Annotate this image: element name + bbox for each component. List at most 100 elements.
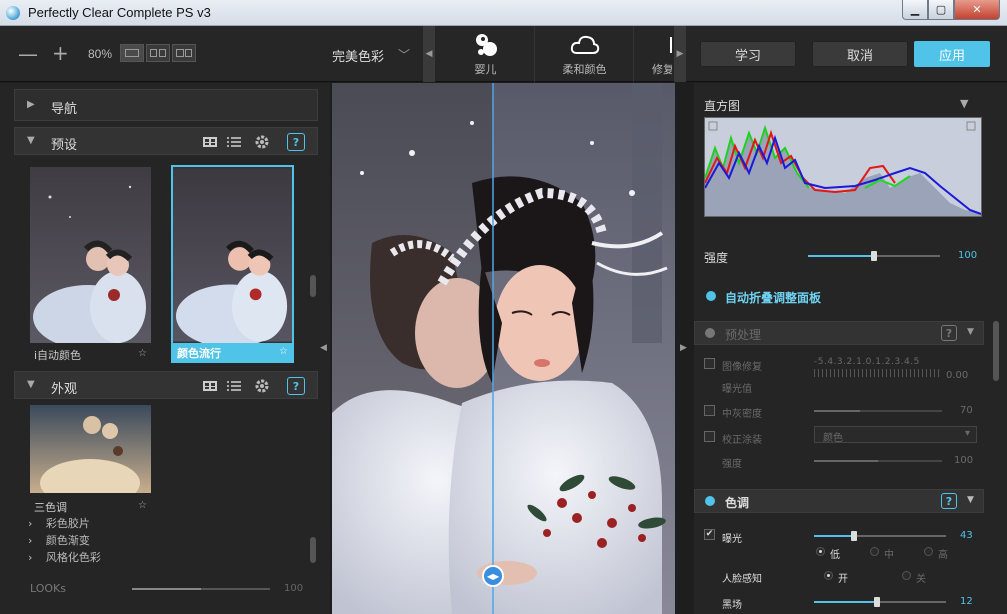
preset-thumbnail-color-pop[interactable]: 颜色流行 ☆ — [171, 165, 294, 363]
maximize-button[interactable]: ▢ — [928, 0, 954, 20]
slider-knob[interactable] — [874, 597, 881, 607]
look-photo — [30, 405, 151, 493]
help-icon[interactable]: ? — [941, 325, 957, 341]
right-panel-scrollbar[interactable] — [993, 321, 999, 381]
apply-button[interactable]: 应用 — [914, 41, 990, 67]
neutral-density-label: 中灰密度 — [722, 409, 762, 420]
level-medium-radio[interactable] — [870, 547, 879, 556]
category-soft-color[interactable]: 柔和颜色 — [536, 26, 634, 82]
panel-toggle-icon[interactable] — [705, 496, 715, 506]
help-icon[interactable]: ? — [287, 377, 305, 395]
chevron-down-icon: ▼ — [27, 135, 35, 146]
split-view-button[interactable] — [172, 44, 196, 62]
presets-section-header[interactable]: ▼ 预设 ? — [14, 127, 318, 155]
close-button[interactable]: ✕ — [954, 0, 1000, 20]
app-logo-icon — [6, 6, 20, 20]
exposure-value-ruler[interactable] — [814, 369, 942, 377]
category-baby[interactable]: 婴儿 — [437, 26, 535, 82]
help-icon[interactable]: ? — [941, 493, 957, 509]
learn-button[interactable]: 学习 — [700, 41, 796, 67]
image-preview[interactable]: ◀▶ — [332, 83, 675, 614]
preset-dropdown[interactable]: 完美色彩 — [332, 46, 384, 65]
lens-correction-select[interactable]: 颜色 ▾ — [814, 426, 977, 444]
chevron-down-icon[interactable]: ▼ — [960, 97, 968, 110]
looks-strength-label: LOOKs — [30, 582, 66, 595]
zoom-in-button[interactable]: + — [52, 41, 69, 65]
favorite-star-icon[interactable]: ☆ — [279, 346, 288, 357]
chevron-down-icon[interactable]: ▼ — [967, 327, 974, 337]
look-category-stylized-color[interactable]: › 风格化色彩 — [28, 549, 101, 565]
favorite-star-icon[interactable]: ☆ — [138, 348, 147, 359]
baby-icon — [476, 34, 497, 56]
category-repair[interactable]: 修复 — [636, 26, 672, 82]
strength-slider[interactable] — [808, 251, 940, 261]
minimize-button[interactable]: ▁ — [902, 0, 928, 20]
list-view-icon[interactable] — [225, 133, 243, 151]
black-point-slider[interactable] — [814, 597, 946, 607]
cloud-icon — [570, 35, 600, 54]
chevron-right-icon: › — [28, 534, 33, 547]
grid-view-icon[interactable] — [201, 133, 219, 151]
presets-scrollbar[interactable] — [310, 275, 316, 297]
histogram-graph — [704, 121, 982, 216]
tone-panel-header[interactable]: 色调 ? ▼ — [694, 489, 984, 513]
category-scroll-right-button[interactable]: ▶ — [674, 26, 686, 82]
panel-toggle-icon[interactable] — [705, 328, 715, 338]
looks-strength-slider[interactable] — [132, 588, 270, 590]
slider-knob[interactable] — [850, 531, 857, 541]
category-scroll-left-button[interactable]: ◀ — [423, 26, 435, 82]
intensity-slider[interactable] — [814, 460, 942, 462]
grid-view-icon[interactable] — [201, 377, 219, 395]
chevron-right-icon: › — [28, 517, 33, 530]
looks-section-header[interactable]: ▼ 外观 ? — [14, 371, 318, 399]
histogram — [704, 117, 982, 217]
neutral-density-slider[interactable] — [814, 410, 942, 412]
level-high-radio[interactable] — [924, 547, 933, 556]
look-category-label: 颜色渐变 — [45, 534, 90, 547]
auto-collapse-toggle[interactable]: 自动折叠调整面板 — [725, 289, 821, 306]
look-thumbnail-tritone[interactable] — [30, 405, 151, 493]
navigation-section-header[interactable]: ▶ 导航 — [14, 89, 318, 121]
image-repair-label: 图像修复 — [722, 362, 762, 373]
gear-icon[interactable] — [253, 133, 271, 151]
split-view-handle[interactable]: ◀▶ — [482, 565, 504, 587]
category-label: 婴儿 — [474, 63, 497, 76]
look-category-label: 彩色胶片 — [45, 517, 90, 530]
exposure-slider[interactable] — [814, 531, 946, 541]
chevron-down-icon[interactable]: ▼ — [967, 495, 974, 505]
image-repair-checkbox[interactable] — [704, 358, 715, 369]
strength-value: 100 — [958, 250, 978, 261]
chevron-right-icon: ▶ — [27, 99, 35, 110]
face-aware-label: 人脸感知 — [722, 574, 762, 585]
section-title: 外观 — [51, 382, 78, 397]
preset-caption: i自动颜色 — [34, 349, 82, 362]
level-medium-label: 中 — [884, 550, 894, 561]
cancel-button[interactable]: 取消 — [812, 41, 908, 67]
look-category-color-gradient[interactable]: › 颜色渐变 — [28, 532, 90, 548]
select-value: 颜色 — [823, 433, 843, 444]
preset-thumbnail-auto-color[interactable] — [30, 167, 151, 343]
gear-icon[interactable] — [253, 377, 271, 395]
neutral-density-checkbox[interactable] — [704, 405, 715, 416]
panel-title: 色调 — [725, 496, 750, 510]
favorite-star-icon[interactable]: ☆ — [138, 500, 147, 511]
collapse-right-panel-icon[interactable]: ▶ — [680, 343, 687, 353]
looks-scrollbar[interactable] — [310, 537, 316, 563]
help-icon[interactable]: ? — [287, 133, 305, 151]
look-category-color-film[interactable]: › 彩色胶片 — [28, 515, 90, 531]
exposure-checkbox[interactable]: ✔ — [704, 529, 715, 540]
collapse-left-panel-icon[interactable]: ◀ — [320, 343, 327, 353]
face-aware-on-radio[interactable] — [824, 571, 833, 580]
chevron-down-icon: ▾ — [965, 428, 971, 439]
side-by-side-view-button[interactable] — [146, 44, 170, 62]
single-view-button[interactable] — [120, 44, 144, 62]
chevron-down-icon[interactable]: ﹀ — [398, 46, 410, 63]
slider-knob[interactable] — [871, 251, 877, 261]
lens-correction-checkbox[interactable] — [704, 431, 715, 442]
preprocess-panel-header[interactable]: 预处理 ? ▼ — [694, 321, 984, 345]
face-aware-off-radio[interactable] — [902, 571, 911, 580]
level-low-radio[interactable] — [816, 547, 825, 556]
list-view-icon[interactable] — [225, 377, 243, 395]
zoom-out-button[interactable]: — — [18, 42, 38, 66]
section-title: 导航 — [51, 102, 78, 117]
